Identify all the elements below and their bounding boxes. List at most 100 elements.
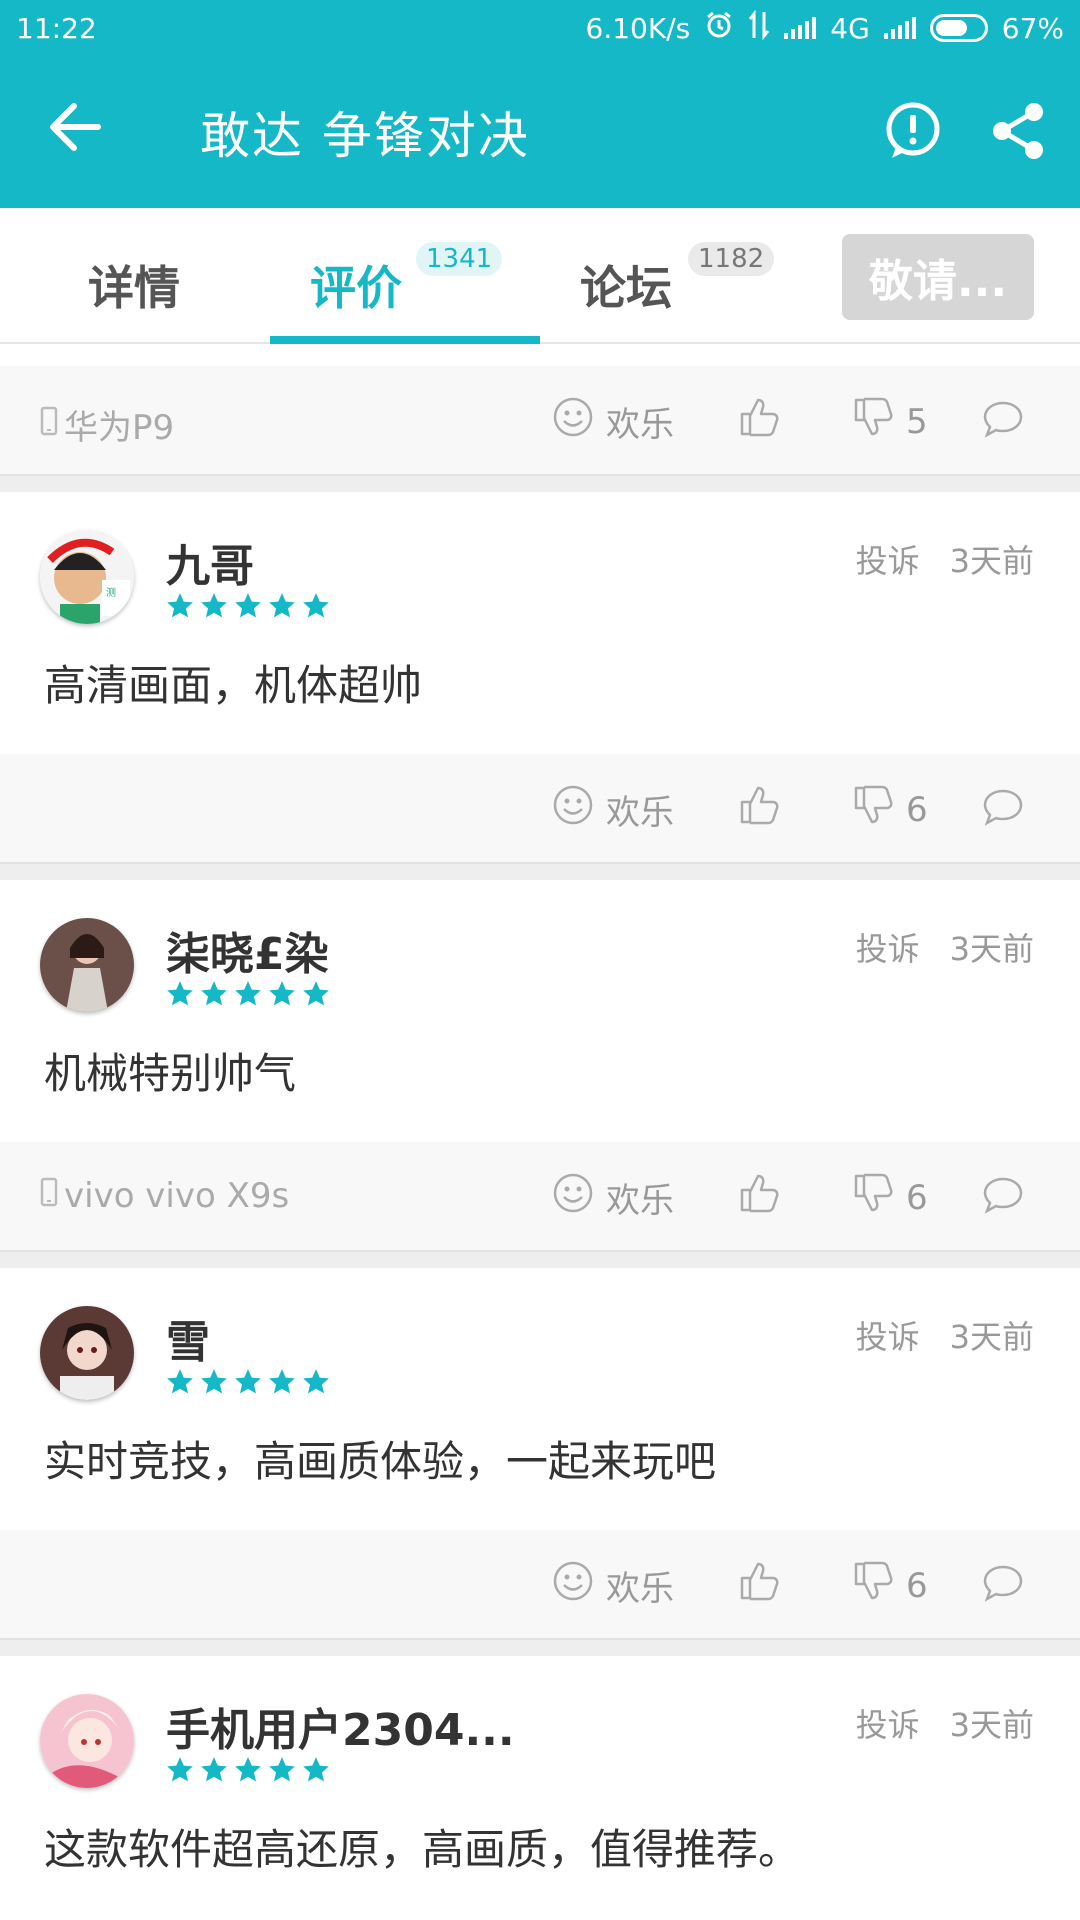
comment-icon[interactable] bbox=[982, 1564, 1024, 1611]
device-name: 华为P9 bbox=[64, 408, 175, 448]
thumbs-up-icon[interactable] bbox=[738, 1172, 780, 1223]
smiley-icon bbox=[552, 396, 594, 447]
phone-icon bbox=[40, 405, 58, 445]
thumbs-down-icon bbox=[852, 1172, 894, 1223]
review-text: 机械特别帅气 bbox=[44, 1049, 297, 1098]
review-action-bar: 欢乐 6 bbox=[0, 754, 1080, 862]
mood-label: 欢乐 bbox=[606, 1181, 674, 1221]
svg-text:测: 测 bbox=[106, 586, 116, 599]
dislike-button[interactable]: 6 bbox=[852, 1172, 928, 1223]
thumbs-down-icon bbox=[852, 396, 894, 447]
review-action-bar: 华为P9 欢乐 5 bbox=[0, 366, 1080, 474]
review-item: 雪 投诉 3天前 实时竞技，高画质体验，一起来玩吧 bbox=[0, 1268, 1080, 1530]
active-tab-indicator bbox=[270, 336, 540, 344]
report-link[interactable]: 投诉 bbox=[856, 1700, 920, 1746]
avatar[interactable] bbox=[40, 1694, 134, 1788]
mood-button[interactable]: 欢乐 bbox=[552, 1560, 674, 1611]
back-arrow-icon[interactable] bbox=[40, 92, 110, 162]
thumbs-up-icon[interactable] bbox=[738, 1560, 780, 1611]
star-icon bbox=[201, 1369, 227, 1394]
star-icon bbox=[167, 1369, 193, 1394]
avatar[interactable]: 测 bbox=[40, 530, 134, 624]
review-text: 高清画面，机体超帅 bbox=[44, 661, 423, 710]
star-icon bbox=[303, 1369, 329, 1394]
mood-button[interactable]: 欢乐 bbox=[552, 784, 674, 835]
rating-stars bbox=[166, 1368, 330, 1396]
smiley-icon bbox=[552, 1560, 594, 1611]
star-icon bbox=[201, 981, 227, 1006]
thumbs-down-icon bbox=[852, 784, 894, 835]
thumbs-up-icon[interactable] bbox=[738, 396, 780, 447]
username[interactable]: 柒晓£染 bbox=[166, 918, 329, 982]
report-link[interactable]: 投诉 bbox=[856, 1312, 920, 1358]
tab-reviews[interactable]: 评价 1341 bbox=[310, 242, 503, 318]
username[interactable]: 雪 bbox=[166, 1306, 210, 1370]
smiley-icon bbox=[552, 1172, 594, 1223]
dislike-count: 6 bbox=[906, 789, 928, 830]
review-item: 柒晓£染 投诉 3天前 机械特别帅气 bbox=[0, 880, 1080, 1142]
star-icon bbox=[269, 981, 295, 1006]
dislike-button[interactable]: 6 bbox=[852, 784, 928, 835]
star-icon bbox=[235, 1369, 261, 1394]
star-icon bbox=[303, 981, 329, 1006]
tab-bar: 详情 评价 1341 论坛 1182 敬请... bbox=[0, 208, 1080, 344]
star-icon bbox=[269, 593, 295, 618]
rating-stars bbox=[166, 980, 330, 1008]
thumbs-up-icon[interactable] bbox=[738, 784, 780, 835]
tab-details[interactable]: 详情 bbox=[88, 252, 180, 318]
avatar[interactable] bbox=[40, 918, 134, 1012]
report-link[interactable]: 投诉 bbox=[856, 924, 920, 970]
coming-soon-button[interactable]: 敬请... bbox=[842, 234, 1034, 320]
mood-button[interactable]: 欢乐 bbox=[552, 1172, 674, 1223]
report-icon[interactable] bbox=[882, 100, 944, 162]
username[interactable]: 手机用户2304... bbox=[166, 1694, 515, 1758]
page-title: 敢达 争锋对决 bbox=[200, 107, 530, 165]
tab-label: 论坛 bbox=[580, 261, 672, 315]
comment-icon[interactable] bbox=[982, 400, 1024, 447]
comment-icon[interactable] bbox=[982, 1176, 1024, 1223]
tab-label: 详情 bbox=[88, 261, 180, 315]
star-icon bbox=[167, 593, 193, 618]
alarm-icon bbox=[704, 10, 734, 47]
review-action-bar: vivo vivo X9s 欢乐 6 bbox=[0, 1142, 1080, 1250]
smiley-icon bbox=[552, 784, 594, 835]
avatar[interactable] bbox=[40, 1306, 134, 1400]
star-icon bbox=[201, 1757, 227, 1782]
device-info: vivo vivo X9s bbox=[40, 1176, 289, 1216]
review-time: 3天前 bbox=[949, 930, 1034, 968]
mood-label: 欢乐 bbox=[606, 405, 674, 445]
signal-icon bbox=[784, 17, 817, 39]
star-icon bbox=[167, 981, 193, 1006]
star-icon bbox=[303, 1757, 329, 1782]
device-info: 华为P9 bbox=[40, 400, 174, 449]
data-transfer-icon bbox=[748, 9, 770, 47]
review-time: 3天前 bbox=[949, 1318, 1034, 1356]
review-text: 这款软件超高还原，高画质，值得推荐。 bbox=[44, 1825, 801, 1874]
tab-forum[interactable]: 论坛 1182 bbox=[580, 242, 775, 318]
dislike-button[interactable]: 5 bbox=[852, 396, 928, 447]
mood-button[interactable]: 欢乐 bbox=[552, 396, 674, 447]
dislike-count: 6 bbox=[906, 1565, 928, 1606]
tab-label: 评价 bbox=[310, 261, 402, 315]
network-speed: 6.10K/s bbox=[585, 11, 691, 45]
share-icon[interactable] bbox=[988, 100, 1050, 162]
dislike-button[interactable]: 6 bbox=[852, 1560, 928, 1611]
review-time: 3天前 bbox=[949, 1706, 1034, 1744]
rating-stars bbox=[166, 1756, 330, 1784]
review-action-bar: 欢乐 6 bbox=[0, 1530, 1080, 1638]
report-link[interactable]: 投诉 bbox=[856, 536, 920, 582]
review-text: 实时竞技，高画质体验，一起来玩吧 bbox=[44, 1437, 717, 1486]
star-icon bbox=[269, 1757, 295, 1782]
star-icon bbox=[235, 1757, 261, 1782]
review-list: 华为P9 欢乐 5 测 九哥 投诉 3天前 高清画面，机体超帅 欢乐 6 柒晓£… bbox=[0, 344, 1080, 1918]
network-type: 4G bbox=[830, 11, 870, 45]
comment-icon[interactable] bbox=[982, 788, 1024, 835]
dislike-count: 6 bbox=[906, 1177, 928, 1218]
device-name: vivo vivo X9s bbox=[64, 1176, 290, 1216]
battery-icon bbox=[929, 14, 988, 42]
dislike-count: 5 bbox=[906, 401, 928, 442]
username[interactable]: 九哥 bbox=[166, 530, 254, 594]
mood-label: 欢乐 bbox=[606, 1569, 674, 1609]
star-icon bbox=[269, 1369, 295, 1394]
review-item: 测 九哥 投诉 3天前 高清画面，机体超帅 bbox=[0, 492, 1080, 754]
